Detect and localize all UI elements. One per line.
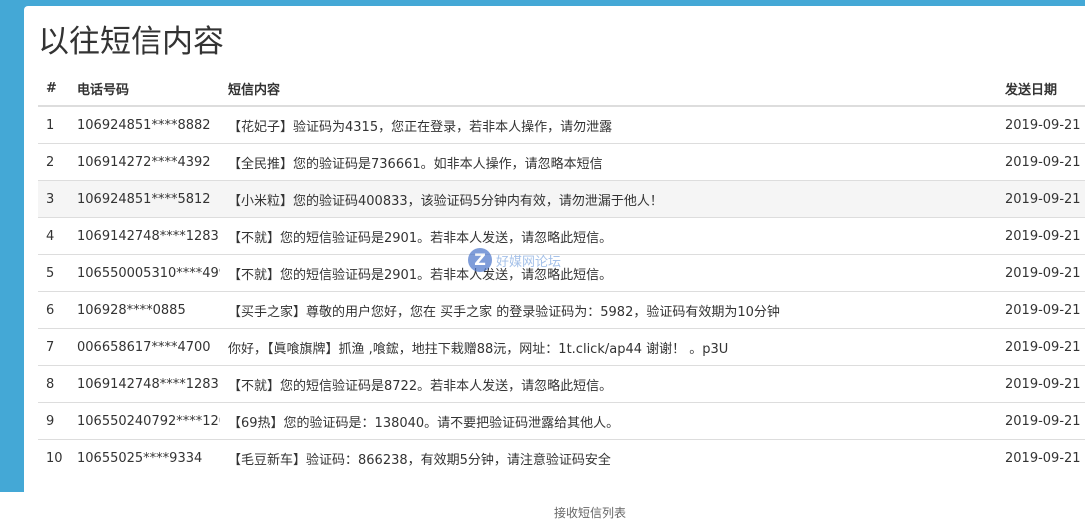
row-content: 【全民推】您的验证码是736661。如非本人操作，请忽略本短信: [220, 143, 997, 181]
row-phone: 106914272****4392: [69, 143, 220, 181]
table-row: 1 106924851****8882 【花妃子】验证码为4315，您正在登录，…: [38, 105, 1085, 144]
row-date: 2019-09-21: [997, 217, 1085, 255]
table-row: 10 10655025****9334 【毛豆新车】验证码：866238，有效期…: [38, 439, 1085, 476]
table-row: 2 106914272****4392 【全民推】您的验证码是736661。如非…: [38, 143, 1085, 181]
column-header-phone: 电话号码: [69, 72, 220, 107]
row-phone: 006658617****4700: [69, 328, 220, 366]
table-header-row: # 电话号码 短信内容 发送日期: [38, 72, 1085, 107]
row-index: 8: [38, 365, 69, 403]
row-index: 10: [38, 439, 69, 476]
row-index: 5: [38, 254, 69, 292]
column-header-content: 短信内容: [220, 72, 997, 107]
row-date: 2019-09-21: [997, 365, 1085, 403]
row-content: 【不就】您的短信验证码是8722。若非本人发送，请忽略此短信。: [220, 365, 997, 403]
row-index: 2: [38, 143, 69, 181]
table-body: 1 106924851****8882 【花妃子】验证码为4315，您正在登录，…: [38, 105, 1085, 476]
page-title: 以往短信内容: [38, 24, 224, 60]
row-date: 2019-09-21: [997, 402, 1085, 440]
row-content: 【不就】您的短信验证码是2901。若非本人发送，请忽略此短信。: [220, 254, 997, 292]
row-phone: 10655025****9334: [69, 439, 220, 476]
row-content: 【毛豆新车】验证码：866238，有效期5分钟，请注意验证码安全: [220, 439, 997, 476]
row-date: 2019-09-21: [997, 180, 1085, 218]
row-date: 2019-09-21: [997, 328, 1085, 366]
row-content: 【买手之家】尊敬的用户您好，您在 买手之家 的登录验证码为：5982，验证码有效…: [220, 291, 997, 329]
row-phone: 1069142748****1283: [69, 365, 220, 403]
row-content: 【小米粒】您的验证码400833，该验证码5分钟内有效，请勿泄漏于他人！: [220, 180, 997, 218]
table-row: 8 1069142748****1283 【不就】您的短信验证码是8722。若非…: [38, 365, 1085, 403]
row-content: 你好，【眞喰旗牌】抓渔 ,喰鋐，地拄下栽赠88沅，网址：1t.click/ap4…: [220, 328, 997, 366]
table-row-highlighted: 3 106924851****5812 【小米粒】您的验证码400833，该验证…: [38, 180, 1085, 218]
row-index: 9: [38, 402, 69, 440]
row-date: 2019-09-21: [997, 291, 1085, 329]
row-date: 2019-09-21: [997, 105, 1085, 144]
row-index: 1: [38, 105, 69, 144]
image-caption: 接收短信列表: [553, 506, 626, 520]
row-phone: 106924851****5812: [69, 180, 220, 218]
row-phone: 106924851****8882: [69, 105, 220, 144]
table-row: 6 106928****0885 【买手之家】尊敬的用户您好，您在 买手之家 的…: [38, 291, 1085, 329]
row-date: 2019-09-21: [997, 254, 1085, 292]
column-header-date: 发送日期: [997, 72, 1085, 107]
row-index: 6: [38, 291, 69, 329]
column-header-index: #: [38, 72, 69, 107]
row-date: 2019-09-21: [997, 143, 1085, 181]
table-row: 4 1069142748****1283 【不就】您的短信验证码是2901。若非…: [38, 217, 1085, 255]
row-index: 3: [38, 180, 69, 218]
row-phone: 106550240792****1208: [69, 402, 220, 440]
sms-history-panel: 以往短信内容 # 电话号码 短信内容 发送日期 1 106924851****8…: [24, 6, 1085, 506]
row-phone: 10655000531​0****4993: [69, 254, 220, 292]
row-content: 【花妃子】验证码为4315，您正在登录，若非本人操作，请勿泄露: [220, 105, 997, 144]
sms-history-table: # 电话号码 短信内容 发送日期 1 106924851****8882 【花妃…: [38, 72, 1085, 476]
table-row: 5 10655000531​0****4993 【不就】您的短信验证码是2901…: [38, 254, 1085, 292]
row-content: 【69热】您的验证码是：138040。请不要把验证码泄露给其他人。: [220, 402, 997, 440]
row-date: 2019-09-21: [997, 439, 1085, 476]
row-phone: 1069142748****1283: [69, 217, 220, 255]
row-content: 【不就】您的短信验证码是2901。若非本人发送，请忽略此短信。: [220, 217, 997, 255]
table-row: 7 006658617****4700 你好，【眞喰旗牌】抓渔 ,喰鋐，地拄下栽…: [38, 328, 1085, 366]
table-row: 9 106550240792****1208 【69热】您的验证码是：13804…: [38, 402, 1085, 440]
row-phone: 106928****0885: [69, 291, 220, 329]
table-header: # 电话号码 短信内容 发送日期: [38, 72, 1085, 107]
row-index: 4: [38, 217, 69, 255]
page: 以往短信内容 # 电话号码 短信内容 发送日期 1 106924851****8…: [0, 0, 1085, 529]
row-index: 7: [38, 328, 69, 366]
